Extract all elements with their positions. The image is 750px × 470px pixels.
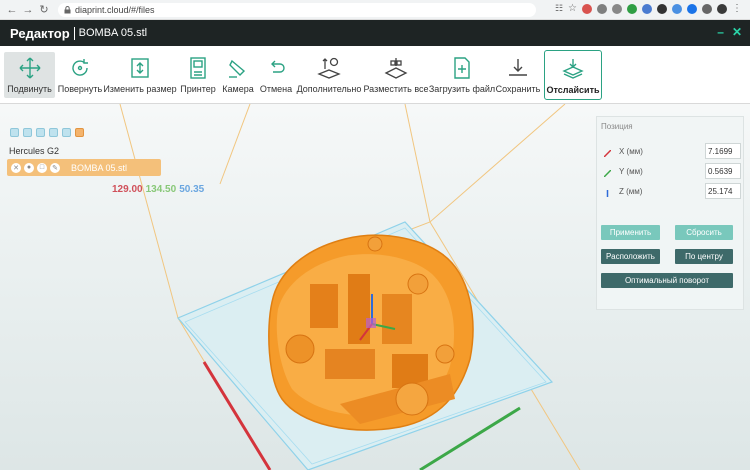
y-input[interactable]: 0.5639	[705, 163, 741, 179]
editor-toolbar: Подвинуть Повернуть Изменить размер Прин…	[0, 46, 750, 104]
printer-name: Hercules G2	[9, 146, 60, 156]
extensions-bar: ☷ ☆ ⋮	[555, 3, 742, 14]
view-icon[interactable]	[23, 128, 32, 137]
undo-icon	[271, 60, 285, 73]
z-axis-icon	[606, 190, 609, 197]
move-icon	[19, 57, 40, 79]
view-icon[interactable]	[49, 128, 58, 137]
arrange-button[interactable]: Расположить	[601, 249, 660, 264]
y-field: Y (мм) 0.5639	[597, 163, 745, 181]
x-input[interactable]: 7.1699	[705, 143, 741, 159]
dim-x: 129.00	[112, 184, 143, 195]
extension-icon[interactable]	[672, 3, 682, 14]
url-text: diaprint.cloud/#/files	[75, 5, 155, 15]
panel-title: Позиция	[601, 122, 633, 131]
object-dimensions: 129.00 134.50 50.35	[112, 184, 204, 195]
resize-icon	[131, 58, 149, 78]
file-title: BOMBA 05.stl	[78, 27, 148, 39]
extension-icon[interactable]	[627, 3, 637, 14]
x-axis-icon	[604, 150, 611, 157]
view-icon[interactable]	[36, 128, 45, 137]
printer-button[interactable]: Принтер	[178, 52, 218, 98]
resize-button[interactable]: Изменить размер	[103, 52, 177, 98]
visibility-icon[interactable]: ●	[24, 162, 34, 173]
object-list-item[interactable]: ✕ ● □ ✎ BOMBA 05.stl	[7, 159, 161, 176]
arrange-all-button[interactable]: Разместить все	[363, 52, 429, 98]
copy-icon[interactable]: □	[37, 162, 47, 173]
address-bar[interactable]: diaprint.cloud/#/files	[58, 3, 536, 17]
extension-icon[interactable]	[657, 3, 667, 14]
center-button[interactable]: По центру	[675, 249, 733, 264]
save-icon	[509, 59, 527, 76]
printer-icon	[190, 57, 206, 79]
z-field: Z (мм) 25.174	[597, 183, 745, 201]
delete-icon[interactable]: ✕	[11, 162, 21, 173]
upload-file-button[interactable]: Загрузить файл	[429, 52, 495, 98]
y-axis-icon	[604, 170, 611, 177]
apply-button[interactable]: Применить	[601, 225, 660, 240]
slice-button[interactable]: Отслайсить	[544, 50, 602, 100]
title-separator	[73, 26, 75, 40]
extension-icon[interactable]	[597, 3, 607, 14]
camera-icon	[229, 59, 246, 78]
extension-icon[interactable]	[642, 3, 652, 14]
more-icon	[317, 57, 341, 79]
object-name: BOMBA 05.stl	[71, 162, 128, 173]
browser-toolbar: ← → ↻ diaprint.cloud/#/files ☷ ☆ ⋮	[0, 0, 750, 20]
reload-icon[interactable]: ↻	[36, 2, 52, 18]
camera-button[interactable]: Камера	[222, 52, 254, 98]
more-button[interactable]: Дополнительно	[297, 52, 361, 98]
menu-icon[interactable]: ⋮	[732, 3, 742, 14]
view-icon[interactable]	[75, 128, 84, 137]
optimal-rotation-button[interactable]: Оптимальный поворот	[601, 273, 733, 288]
move-button[interactable]: Подвинуть	[4, 52, 55, 98]
view-toggles	[10, 128, 84, 137]
view-icon[interactable]	[62, 128, 71, 137]
view-icon[interactable]	[10, 128, 19, 137]
upload-icon	[454, 57, 470, 79]
star-icon[interactable]: ☆	[568, 3, 577, 14]
undo-button[interactable]: Отмена	[259, 52, 293, 98]
reset-button[interactable]: Сбросить	[675, 225, 733, 240]
arrange-icon	[384, 58, 408, 79]
extension-icon[interactable]	[612, 3, 622, 14]
z-input[interactable]: 25.174	[705, 183, 741, 199]
dim-z: 50.35	[179, 184, 205, 195]
extension-icon[interactable]	[687, 3, 697, 14]
forward-icon[interactable]: →	[20, 2, 36, 18]
edit-icon[interactable]: ✎	[50, 162, 60, 173]
extension-icon[interactable]	[582, 3, 592, 14]
app-header: Редактор BOMBA 05.stl – ✕	[0, 20, 750, 46]
avatar[interactable]	[717, 3, 727, 14]
dim-y: 134.50	[145, 184, 177, 195]
back-icon[interactable]: ←	[4, 2, 20, 18]
app-title: Редактор	[10, 25, 70, 41]
x-field: X (мм) 7.1699	[597, 143, 745, 161]
extension-icon[interactable]	[702, 3, 712, 14]
window-controls: – ✕	[717, 25, 742, 39]
model-bomba[interactable]	[268, 234, 474, 431]
position-panel: Позиция X (мм) 7.1699 Y (мм) 0.5639 Z (м…	[596, 116, 744, 310]
close-icon[interactable]: ✕	[732, 25, 742, 39]
lock-icon	[64, 6, 71, 14]
rotate-icon	[72, 59, 88, 76]
slice-icon	[562, 59, 584, 79]
save-button[interactable]: Сохранить	[496, 52, 540, 98]
translate-icon[interactable]: ☷	[555, 3, 563, 14]
minimize-icon[interactable]: –	[717, 25, 724, 39]
rotate-button[interactable]: Повернуть	[57, 52, 103, 98]
